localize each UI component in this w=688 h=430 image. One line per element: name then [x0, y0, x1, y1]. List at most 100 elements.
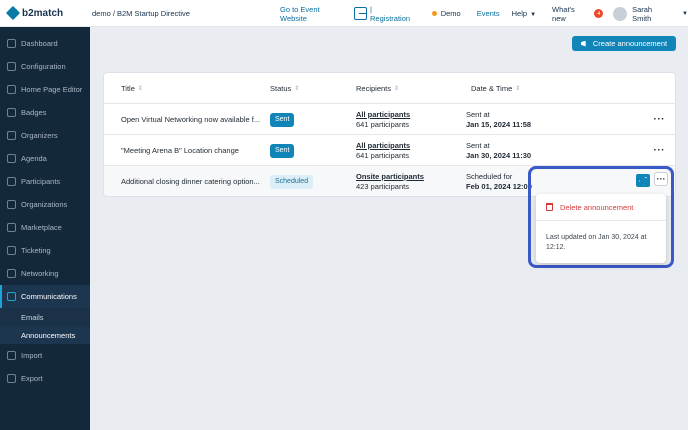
column-header-status[interactable]: Status ⇕ — [270, 73, 299, 103]
breadcrumb[interactable]: demo / B2M Startup Directive — [92, 9, 190, 18]
more-options-icon[interactable]: ··· — [654, 145, 666, 156]
networking-icon — [7, 269, 16, 278]
date-cell: Sent at Jan 30, 2024 11:30 — [466, 135, 531, 166]
status-cell: Sent — [270, 104, 295, 135]
sidebar-item-badges[interactable]: Badges — [0, 101, 90, 124]
paper-plane-icon — [639, 176, 647, 185]
sidebar-item-label: Communications — [21, 292, 77, 301]
sidebar-item-label: Agenda — [21, 154, 47, 163]
sidebar-item-organizations[interactable]: Organizations — [0, 193, 90, 216]
exit-icon[interactable] — [354, 7, 368, 20]
sidebar-item-marketplace[interactable]: Marketplace — [0, 216, 90, 239]
registration-link[interactable]: | Registration — [370, 5, 414, 23]
top-nav: Go to Event Website | Registration Demo … — [280, 0, 688, 27]
announcement-title[interactable]: Open Virtual Networking now available f.… — [121, 104, 260, 135]
create-announcement-button[interactable]: Create announcement — [572, 36, 676, 51]
ticketing-icon — [7, 246, 16, 255]
sidebar-item-agenda[interactable]: Agenda — [0, 147, 90, 170]
sidebar-item-label: Home Page Editor — [21, 85, 83, 94]
date-value: Jan 30, 2024 11:30 — [466, 150, 532, 160]
sidebar: Dashboard Configuration Home Page Editor… — [0, 27, 90, 430]
organizations-icon — [7, 200, 16, 209]
import-icon — [7, 351, 16, 360]
trash-icon — [546, 203, 553, 211]
help-menu[interactable]: Help ▼ — [512, 9, 536, 18]
sidebar-item-label: Marketplace — [21, 223, 62, 232]
recipients-cell: Onsite participants 423 participants — [356, 166, 424, 197]
recipients-count: 641 participants — [356, 119, 409, 129]
recipients-count: 423 participants — [356, 181, 409, 191]
sidebar-subitem-emails[interactable]: Emails — [0, 308, 90, 326]
date-value: Jan 15, 2024 11:58 — [466, 119, 532, 129]
top-bar: b2match demo / B2M Startup Directive Go … — [0, 0, 688, 27]
recipients-link[interactable]: All participants — [356, 141, 410, 151]
events-link[interactable]: Events — [477, 9, 500, 18]
create-announcement-label: Create announcement — [592, 39, 668, 48]
user-name[interactable]: Sarah Smith — [632, 5, 673, 23]
more-options-icon[interactable]: ··· — [654, 114, 666, 125]
sidebar-item-label: Import — [21, 351, 43, 360]
sort-icon: ⇕ — [137, 85, 143, 92]
sort-icon: ⇕ — [515, 85, 521, 92]
whats-new-link[interactable]: What's new — [552, 5, 590, 23]
sort-icon: ⇕ — [394, 85, 400, 92]
sidebar-item-organizers[interactable]: Organizers — [0, 124, 90, 147]
sidebar-item-label: Organizers — [21, 131, 58, 140]
sidebar-item-communications[interactable]: Communications — [0, 285, 90, 308]
sidebar-item-configuration[interactable]: Configuration — [0, 55, 90, 78]
avatar[interactable] — [613, 6, 628, 21]
sidebar-item-home-page-editor[interactable]: Home Page Editor — [0, 78, 90, 101]
sidebar-item-networking[interactable]: Networking — [0, 262, 90, 285]
send-now-button[interactable] — [636, 174, 650, 187]
table-row[interactable]: "Meeting Arena B" Location change Sent A… — [104, 134, 675, 165]
agenda-icon — [7, 154, 16, 163]
chevron-down-icon[interactable]: ▼ — [682, 11, 688, 17]
organizers-icon — [7, 131, 16, 140]
status-cell: Scheduled — [270, 166, 314, 197]
date-cell: Scheduled for Feb 01, 2024 12:00 — [466, 166, 532, 197]
sidebar-item-label: Export — [21, 374, 43, 383]
home-page-editor-icon — [7, 85, 16, 94]
recipients-count: 641 participants — [356, 150, 409, 160]
sidebar-item-dashboard[interactable]: Dashboard — [0, 32, 90, 55]
table-row[interactable]: Open Virtual Networking now available f.… — [104, 103, 675, 134]
delete-announcement-label: Delete announcement — [560, 202, 634, 212]
column-header-label: Date & Time — [471, 83, 513, 93]
sort-icon: ⇕ — [294, 85, 300, 92]
sidebar-item-label: Badges — [21, 108, 47, 117]
whats-new-count-badge: 4 — [594, 9, 604, 18]
megaphone-icon — [580, 40, 586, 47]
announcement-title[interactable]: Additional closing dinner catering optio… — [121, 166, 260, 197]
sidebar-item-label: Organizations — [21, 200, 68, 209]
go-to-event-website-link[interactable]: Go to Event Website — [280, 5, 348, 23]
status-cell: Sent — [270, 135, 295, 166]
column-header-recipients[interactable]: Recipients ⇕ — [356, 73, 399, 103]
more-options-button[interactable]: ··· — [654, 172, 668, 186]
column-header-date-time[interactable]: Date & Time ⇕ — [471, 73, 520, 103]
logo-icon — [5, 5, 21, 21]
sidebar-item-import[interactable]: Import — [0, 344, 90, 367]
chevron-down-icon: ▼ — [530, 12, 537, 18]
recipients-link[interactable]: All participants — [356, 110, 410, 120]
date-label: Sent at — [466, 109, 490, 119]
demo-status-dot — [431, 11, 437, 16]
badges-icon — [7, 108, 16, 117]
communications-icon — [7, 292, 16, 301]
delete-announcement-menu-item[interactable]: Delete announcement — [536, 194, 666, 221]
help-label: Help — [511, 9, 528, 18]
dashboard-icon — [7, 39, 16, 48]
configuration-icon — [7, 62, 16, 71]
sidebar-item-label: Participants — [21, 177, 61, 186]
demo-label[interactable]: Demo — [441, 9, 461, 18]
b2match-logo[interactable]: b2match — [0, 5, 90, 21]
column-header-label: Title — [121, 83, 135, 93]
column-header-title[interactable]: Title ⇕ — [121, 73, 143, 103]
sidebar-item-ticketing[interactable]: Ticketing — [0, 239, 90, 262]
sidebar-item-export[interactable]: Export — [0, 367, 90, 390]
recipients-link[interactable]: Onsite participants — [356, 172, 424, 182]
sidebar-subitem-announcements[interactable]: Announcements — [0, 326, 90, 344]
logo-text: b2match — [22, 7, 64, 19]
status-badge: Sent — [270, 143, 295, 158]
sidebar-item-participants[interactable]: Participants — [0, 170, 90, 193]
announcement-title[interactable]: "Meeting Arena B" Location change — [121, 135, 239, 166]
